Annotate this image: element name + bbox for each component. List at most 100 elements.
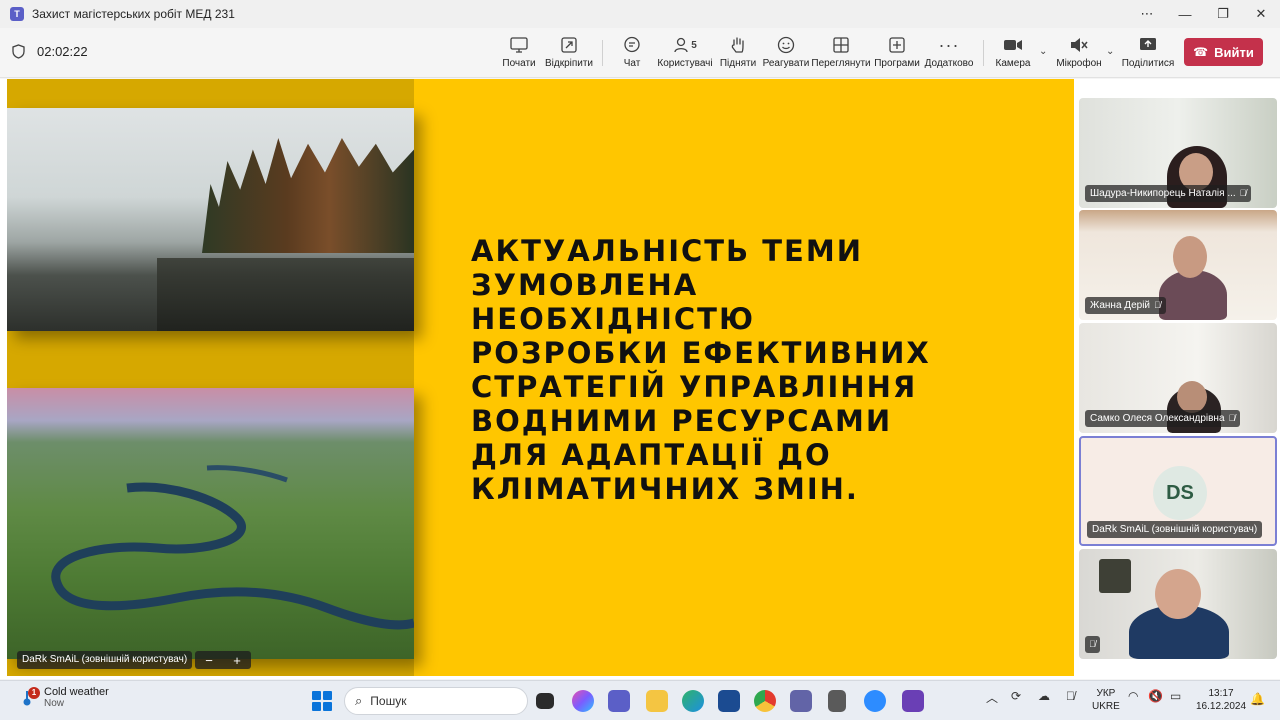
share-label: Поділитися [1121,58,1175,69]
leave-button[interactable]: ☎ Вийти [1184,38,1263,66]
participant-tile[interactable]: Шадура-Никипорець Наталія ... 🎙̸ [1079,98,1277,208]
participant-tile[interactable]: Самко Олеся Олександрівна 🎙̸ [1079,323,1277,433]
participant-tile[interactable]: Жанна Дерій 🎙̸ [1079,210,1277,320]
present-button[interactable]: Почати [502,34,536,74]
chrome-icon[interactable] [754,690,776,712]
react-button[interactable]: Реагувати [762,34,810,74]
window-title: Захист магістерських робіт МЕД 231 [32,7,235,21]
zoom-out-button[interactable]: − [205,653,213,668]
more-options-button[interactable]: ⋯ [1128,0,1166,28]
presenter-name-tag: DaRk SmAiL (зовнішній користувач) [17,651,193,669]
mic-options-chevron-icon[interactable]: ⌄ [1106,46,1114,57]
camera-label: Камера [995,58,1031,69]
mic-muted-tray-icon[interactable]: 🎙̸ [1066,689,1075,703]
shield-icon [12,44,25,59]
file-explorer-icon[interactable] [646,690,668,712]
avatar: DS [1153,466,1207,520]
windows-taskbar: 1 Cold weather Now ⌕ Пошук ︿ ⟳ ☁ 🎙̸ УКР … [0,680,1280,720]
unpin-label: Відкріпити [544,58,594,69]
forest-shape [202,138,414,253]
sync-icon[interactable]: ⟳ [1011,689,1021,703]
people-label: Користувачі [657,58,713,69]
apps-icon [889,34,905,56]
weather-widget[interactable]: 1 Cold weather Now [18,686,109,709]
view-button[interactable]: Переглянути [811,34,871,74]
camera-icon [1003,34,1023,56]
participant-name: Самко Олеся Олександрівна 🎙̸ [1085,410,1241,427]
taskbar-search[interactable]: ⌕ Пошук [344,687,528,715]
people-button[interactable]: 5 Користувачі [657,34,713,74]
apps-button[interactable]: Програми [874,34,920,74]
copilot-icon[interactable] [572,690,594,712]
slide-line: НЕОБХІДНІСТЮ [471,302,755,336]
participant-face [1173,236,1207,278]
close-button[interactable]: ✕ [1242,0,1280,28]
store-icon[interactable] [718,690,740,712]
unpin-icon [561,34,577,56]
emoji-icon [777,34,795,56]
mic-off-icon: 🎙̸ [1154,300,1161,310]
raise-hand-label: Підняти [719,58,757,69]
mic-off-icon: 🎙̸ [1239,188,1247,198]
river-shape [51,465,414,630]
participant-tile-active[interactable]: DS DaRk SmAiL (зовнішній користувач) [1079,436,1277,546]
microphone-button[interactable]: Мікрофон [1056,34,1102,74]
camera-options-chevron-icon[interactable]: ⌄ [1039,46,1047,57]
zoom-icon[interactable] [864,690,886,712]
mic-off-icon: 🎙̸ [1228,413,1236,423]
more-button[interactable]: ··· Додатково [924,34,974,74]
mic-off-icon: 🎙̸ [1089,639,1096,649]
unpin-button[interactable]: Відкріпити [545,34,593,74]
cloud-off-icon[interactable]: ☁ [1038,689,1050,703]
slide-line: АКТУАЛЬНІСТЬ ТЕМИ [471,234,863,268]
river-meadow-photo [7,388,414,659]
share-button[interactable]: Поділитися [1121,34,1175,74]
teams-app-icon[interactable] [608,690,630,712]
shared-slide[interactable]: АКТУАЛЬНІСТЬ ТЕМИ ЗУМОВЛЕНА НЕОБХІДНІСТЮ… [7,79,1074,676]
chat-button[interactable]: Чат [620,34,644,74]
view-label: Переглянути [811,58,871,69]
raise-hand-button[interactable]: Підняти [720,34,756,74]
notifications-bell-icon[interactable]: 🔔 [1250,692,1265,706]
maximize-button[interactable]: ❐ [1204,0,1242,28]
battery-icon[interactable]: ▭ [1170,689,1181,703]
wifi-icon[interactable]: ◠ [1128,689,1138,703]
minimize-button[interactable]: — [1166,0,1204,28]
search-placeholder: Пошук [370,694,407,708]
people-count: 5 [691,39,697,51]
present-icon [510,34,528,56]
teams-classic-icon[interactable] [790,690,812,712]
participants-panel: Шадура-Никипорець Наталія ... 🎙̸ Жанна Де… [1076,79,1280,679]
share-icon [1139,34,1157,56]
system-clock[interactable]: 13:17 16.12.2024 [1196,687,1246,713]
teams-logo-icon: T [10,7,24,21]
camera-button[interactable]: Камера [995,34,1031,74]
calculator-icon[interactable] [828,690,846,712]
more-label: Додатково [924,58,974,69]
slide-line: СТРАТЕГІЙ УПРАВЛІННЯ [471,370,918,404]
more-icon: ··· [938,34,960,55]
wall-picture [1099,559,1131,593]
weather-subtitle: Now [44,698,65,709]
slide-heading: АКТУАЛЬНІСТЬ ТЕМИ ЗУМОВЛЕНА НЕОБХІДНІСТЮ… [471,234,1031,506]
view-icon [833,34,849,56]
volume-mute-icon[interactable]: 🔇 [1148,689,1163,703]
save-app-icon[interactable] [902,690,924,712]
toolbar-divider [983,40,984,66]
edge-icon[interactable] [682,690,704,712]
participant-name: DaRk SmAiL (зовнішній користувач) [1087,521,1263,538]
react-label: Реагувати [762,58,810,69]
present-label: Почати [502,58,536,69]
task-view-icon[interactable] [536,693,554,709]
start-button[interactable] [312,691,332,711]
input-language[interactable]: УКР UKRE [1092,687,1120,713]
meeting-stage: АКТУАЛЬНІСТЬ ТЕМИ ЗУМОВЛЕНА НЕОБХІДНІСТЮ… [0,79,1280,679]
misty-forest-lake-photo [7,108,414,331]
timer-text: 02:02:22 [37,44,88,59]
participant-tile[interactable]: 🎙̸ [1079,549,1277,659]
participant-face [1155,569,1201,619]
mic-off-icon [1069,34,1089,56]
tray-chevron-icon[interactable]: ︿ [986,689,998,706]
slide-line: ДЛЯ АДАПТАЦІЇ ДО [471,438,832,472]
zoom-in-button[interactable]: + [233,653,241,668]
